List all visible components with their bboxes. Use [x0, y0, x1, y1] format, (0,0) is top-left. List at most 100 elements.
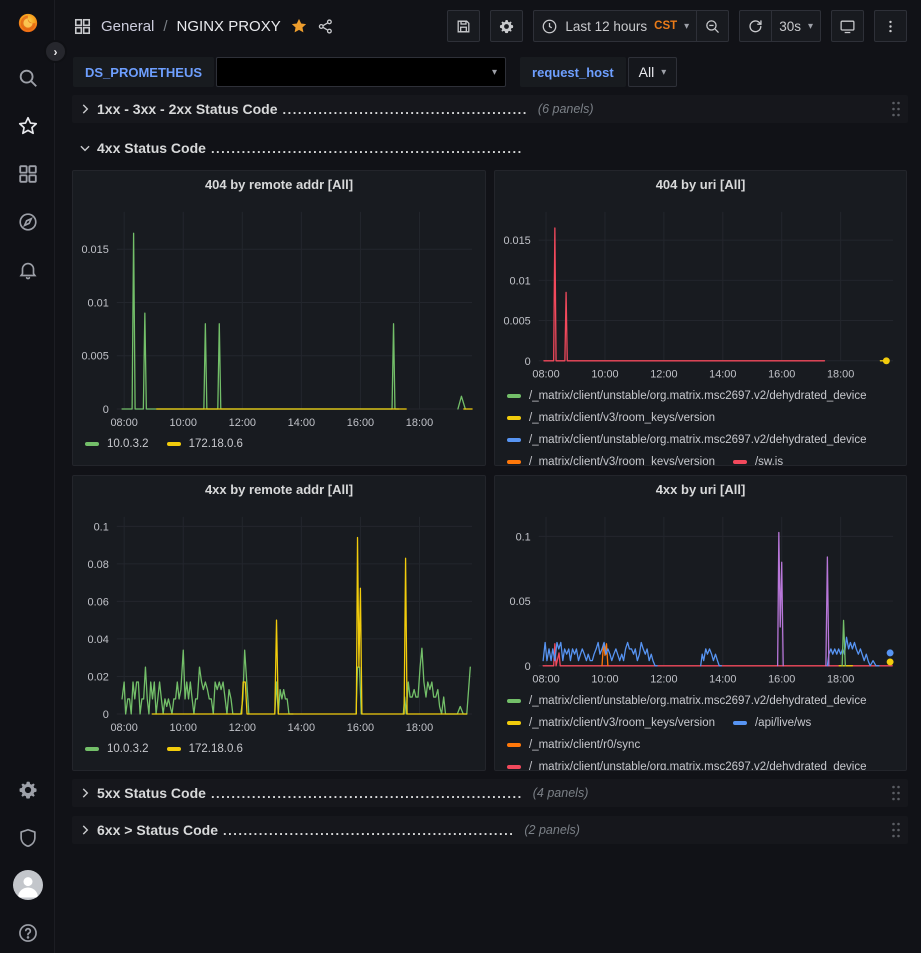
- legend-series-label: /_matrix/client/v3/room_keys/version: [529, 410, 715, 427]
- svg-text:18:00: 18:00: [406, 722, 433, 734]
- gear-icon: [498, 18, 515, 35]
- request-host-variable-label[interactable]: request_host: [520, 57, 626, 87]
- refresh-interval-label: 30s: [779, 19, 801, 34]
- starred-dashboards-icon[interactable]: [17, 115, 39, 137]
- help-icon[interactable]: [17, 922, 39, 944]
- panel-legend: /_matrix/client/unstable/org.matrix.msc2…: [495, 385, 906, 465]
- svg-text:18:00: 18:00: [827, 369, 854, 381]
- panel-title[interactable]: 4xx by remote addr [All]: [73, 476, 485, 503]
- more-options-button[interactable]: [874, 10, 907, 42]
- svg-text:0.005: 0.005: [81, 351, 108, 363]
- legend-series-label: /_matrix/client/v3/room_keys/version: [529, 454, 715, 465]
- row-title: 5xx Status Code: [97, 785, 206, 801]
- row-title: 4xx Status Code: [97, 140, 206, 156]
- svg-text:08:00: 08:00: [532, 369, 559, 381]
- svg-text:14:00: 14:00: [709, 369, 736, 381]
- chevron-down-icon: ▾: [661, 67, 666, 78]
- time-range-picker[interactable]: Last 12 hours CST ▾: [533, 10, 697, 42]
- svg-text:10:00: 10:00: [591, 674, 618, 686]
- legend-item[interactable]: /_matrix/client/unstable/org.matrix.msc2…: [507, 693, 867, 710]
- row-6xx[interactable]: 6xx > Status Code ......................…: [72, 816, 908, 844]
- svg-text:14:00: 14:00: [288, 417, 315, 429]
- clock-icon: [541, 18, 558, 35]
- svg-text:0.015: 0.015: [503, 235, 530, 247]
- legend-series-marker: [507, 416, 521, 420]
- legend-item[interactable]: /_matrix/client/v3/room_keys/version: [507, 715, 715, 732]
- row-5xx[interactable]: 5xx Status Code ........................…: [72, 779, 908, 807]
- timeseries-chart[interactable]: 00.0050.010.01508:0010:0012:0014:0016:00…: [73, 198, 485, 433]
- svg-text:12:00: 12:00: [650, 369, 677, 381]
- legend-series-marker: [733, 460, 747, 464]
- panel-title[interactable]: 404 by uri [All]: [495, 171, 906, 198]
- svg-text:10:00: 10:00: [170, 417, 197, 429]
- legend-item[interactable]: /api/live/ws: [733, 715, 811, 732]
- save-dashboard-button[interactable]: [447, 10, 480, 42]
- zoom-out-time-button[interactable]: [697, 10, 729, 42]
- legend-series-label: 172.18.0.6: [189, 436, 243, 453]
- row-title-leader: ........................................…: [283, 102, 528, 117]
- svg-text:18:00: 18:00: [406, 417, 433, 429]
- sidebar-expand-button[interactable]: ›: [44, 40, 67, 63]
- configuration-gear-icon[interactable]: [17, 779, 39, 801]
- row-1xx-3xx-2xx[interactable]: 1xx - 3xx - 2xx Status Code ............…: [72, 95, 908, 123]
- panel-4xx-by-uri: 4xx by uri [All] 00.050.108:0010:0012:00…: [494, 475, 907, 771]
- legend-item[interactable]: 172.18.0.6: [167, 436, 243, 453]
- legend-item[interactable]: /_matrix/client/unstable/org.matrix.msc2…: [507, 388, 867, 405]
- grafana-logo-icon[interactable]: [17, 12, 39, 34]
- timeseries-chart[interactable]: 00.020.040.060.080.108:0010:0012:0014:00…: [73, 503, 485, 738]
- datasource-variable-label[interactable]: DS_PROMETHEUS: [73, 57, 214, 87]
- svg-text:0: 0: [525, 356, 531, 368]
- svg-text:10:00: 10:00: [170, 722, 197, 734]
- breadcrumb-separator: /: [163, 18, 167, 35]
- legend-item[interactable]: 10.0.3.2: [85, 741, 149, 758]
- legend-series-label: /sw.js: [755, 454, 783, 465]
- svg-text:18:00: 18:00: [827, 674, 854, 686]
- row-drag-handle[interactable]: [890, 100, 902, 118]
- refresh-button[interactable]: [739, 10, 772, 42]
- chevron-down-icon: ▾: [808, 21, 813, 32]
- legend-series-label: /_matrix/client/unstable/org.matrix.msc2…: [529, 388, 867, 405]
- legend-item[interactable]: /_matrix/client/v3/room_keys/version: [507, 454, 715, 465]
- avatar[interactable]: [13, 870, 43, 900]
- tv-mode-button[interactable]: [831, 10, 864, 42]
- legend-series-marker: [507, 699, 521, 703]
- legend-item[interactable]: /_matrix/client/unstable/org.matrix.msc2…: [507, 432, 867, 449]
- legend-series-label: /_matrix/client/unstable/org.matrix.msc2…: [529, 432, 867, 449]
- search-icon[interactable]: [17, 67, 39, 89]
- legend-series-label: /_matrix/client/r0/sync: [529, 737, 640, 754]
- page-title: NGINX PROXY: [177, 18, 281, 35]
- panel-title[interactable]: 4xx by uri [All]: [495, 476, 906, 503]
- panel-legend: 10.0.3.2 172.18.0.6: [73, 738, 485, 770]
- datasource-variable-dropdown[interactable]: ▾: [216, 57, 506, 87]
- legend-item[interactable]: /_matrix/client/r0/sync: [507, 737, 640, 754]
- svg-text:0: 0: [103, 709, 109, 721]
- refresh-icon: [747, 18, 764, 35]
- legend-item[interactable]: /_matrix/client/v3/room_keys/version: [507, 410, 715, 427]
- admin-shield-icon[interactable]: [17, 827, 39, 849]
- row-drag-handle[interactable]: [890, 784, 902, 802]
- panel-404-by-remote-addr: 404 by remote addr [All] 00.0050.010.015…: [72, 170, 486, 466]
- breadcrumb-section[interactable]: General: [101, 18, 154, 35]
- star-filled-icon[interactable]: [290, 17, 308, 35]
- svg-text:0.04: 0.04: [88, 634, 109, 646]
- timeseries-chart[interactable]: 00.050.108:0010:0012:0014:0016:0018:00: [495, 503, 906, 690]
- dashboards-icon[interactable]: [17, 163, 39, 185]
- panel-title[interactable]: 404 by remote addr [All]: [73, 171, 485, 198]
- svg-text:12:00: 12:00: [229, 417, 256, 429]
- request-host-variable-dropdown[interactable]: All ▾: [628, 57, 678, 87]
- refresh-interval-picker[interactable]: 30s ▾: [772, 10, 821, 42]
- svg-text:0.015: 0.015: [81, 244, 108, 256]
- row-drag-handle[interactable]: [890, 821, 902, 839]
- timeseries-chart[interactable]: 00.0050.010.01508:0010:0012:0014:0016:00…: [495, 198, 906, 385]
- share-icon[interactable]: [317, 18, 334, 35]
- monitor-icon: [839, 18, 856, 35]
- explore-compass-icon[interactable]: [17, 211, 39, 233]
- legend-item[interactable]: /_matrix/client/unstable/org.matrix.msc2…: [507, 759, 867, 770]
- row-4xx[interactable]: 4xx Status Code ........................…: [72, 134, 908, 162]
- legend-item[interactable]: /sw.js: [733, 454, 783, 465]
- alerting-bell-icon[interactable]: [17, 259, 39, 281]
- legend-item[interactable]: 172.18.0.6: [167, 741, 243, 758]
- legend-series-marker: [507, 765, 521, 769]
- dashboard-settings-button[interactable]: [490, 10, 523, 42]
- legend-item[interactable]: 10.0.3.2: [85, 436, 149, 453]
